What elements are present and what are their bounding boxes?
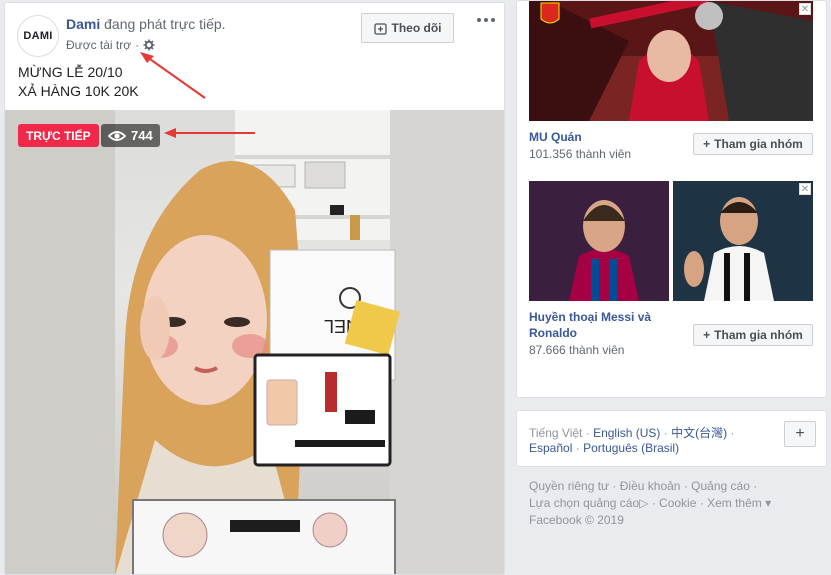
language-card: Tiếng Việt · English (US) · 中文(台灣) · Esp… [516, 410, 827, 467]
viewer-count-value: 744 [131, 128, 153, 143]
live-status-text: đang phát trực tiếp. [100, 16, 226, 32]
follow-button[interactable]: Theo dõi [361, 13, 454, 43]
group-ad-1-info: MU Quán 101.356 thành viên + Tham gia nh… [529, 121, 813, 175]
footer-adchoices-link[interactable]: Lựa chọn quảng cáo [529, 496, 639, 510]
group-ad-1: ✕ MU Quán 101.356 thành viên + Tham gia … [529, 1, 813, 175]
sponsored-row: Được tài trợ · [66, 38, 155, 52]
footer-more-link[interactable]: Xem thêm [707, 496, 762, 510]
join-group-1-label: Tham gia nhóm [714, 137, 803, 151]
language-line-2: Español · Português (Brasil) [529, 441, 680, 455]
post-text-line-1: MỪNG LỄ 20/10 [18, 64, 123, 80]
post-text-line-2: XẢ HÀNG 10K 20K [18, 83, 139, 99]
close-ad-1-icon[interactable]: ✕ [799, 3, 811, 15]
sponsored-dot: · [135, 38, 140, 52]
live-post-card: DAMI Dami đang phát trực tiếp. Được tài … [4, 2, 505, 575]
caret-down-icon: ▾ [765, 496, 772, 510]
adchoices-icon: ▷ [639, 496, 649, 510]
eye-icon [108, 130, 126, 141]
follow-icon [373, 22, 387, 35]
language-english-link[interactable]: English (US) [593, 426, 660, 440]
join-group-1-button[interactable]: + Tham gia nhóm [693, 133, 813, 155]
language-chinese-link[interactable]: 中文(台灣) [671, 426, 727, 440]
post-header: Dami đang phát trực tiếp. [66, 16, 226, 32]
group-ad-2-image[interactable]: ✕ [529, 181, 813, 301]
footer-terms-link[interactable]: Điều khoản [620, 479, 681, 493]
sponsored-label[interactable]: Được tài trợ [66, 38, 131, 52]
mu-photo [529, 1, 813, 121]
live-badge: TRỰC TIẾP [18, 124, 99, 147]
footer-line-2: Lựa chọn quảng cáo▷ · Cookie · Xem thêm … [529, 496, 772, 510]
current-language: Tiếng Việt [529, 426, 583, 440]
live-video[interactable]: NEL TRỰC TIẾP 744 [5, 110, 504, 574]
footer-line-1: Quyền riêng tư · Điều khoản · Quảng cáo … [529, 479, 758, 493]
plus-icon: + [703, 137, 711, 151]
group-ad-2: ✕ Huyền thoại Messi và Ronaldo 87.666 th… [529, 181, 813, 361]
gear-icon[interactable] [143, 39, 155, 51]
plus-icon: + [703, 328, 711, 342]
language-line-1: Tiếng Việt · English (US) · 中文(台灣) · [529, 426, 735, 440]
group-ad-2-title-line-1: Huyền thoại Messi và [529, 310, 652, 324]
footer-copyright: Facebook © 2019 [529, 513, 624, 527]
messi-ronaldo-photo [529, 181, 813, 301]
page-avatar[interactable]: DAMI [17, 15, 59, 57]
video-frame: NEL [5, 110, 504, 574]
viewer-count: 744 [101, 124, 160, 147]
group-ad-1-image[interactable]: ✕ [529, 1, 813, 121]
group-ad-2-info: Huyền thoại Messi và Ronaldo 87.666 thàn… [529, 301, 813, 361]
close-ad-2-icon[interactable]: ✕ [799, 183, 811, 195]
language-spanish-link[interactable]: Español [529, 441, 572, 455]
suggested-groups-card: ✕ MU Quán 101.356 thành viên + Tham gia … [516, 0, 827, 398]
page-name-link[interactable]: Dami [66, 16, 100, 32]
footer-ads-link[interactable]: Quảng cáo [691, 479, 750, 493]
follow-label: Theo dõi [391, 21, 442, 35]
join-group-2-label: Tham gia nhóm [714, 328, 803, 342]
post-message: MỪNG LỄ 20/10 XẢ HÀNG 10K 20K [18, 63, 139, 101]
footer-cookie-link[interactable]: Cookie [659, 496, 696, 510]
join-group-2-button[interactable]: + Tham gia nhóm [693, 324, 813, 346]
footer-privacy-link[interactable]: Quyền riêng tư [529, 479, 609, 493]
language-portuguese-link[interactable]: Português (Brasil) [583, 441, 679, 455]
add-language-button[interactable]: + [784, 421, 816, 447]
more-options-icon[interactable] [477, 13, 497, 27]
page-footer: Quyền riêng tư · Điều khoản · Quảng cáo … [529, 478, 771, 529]
